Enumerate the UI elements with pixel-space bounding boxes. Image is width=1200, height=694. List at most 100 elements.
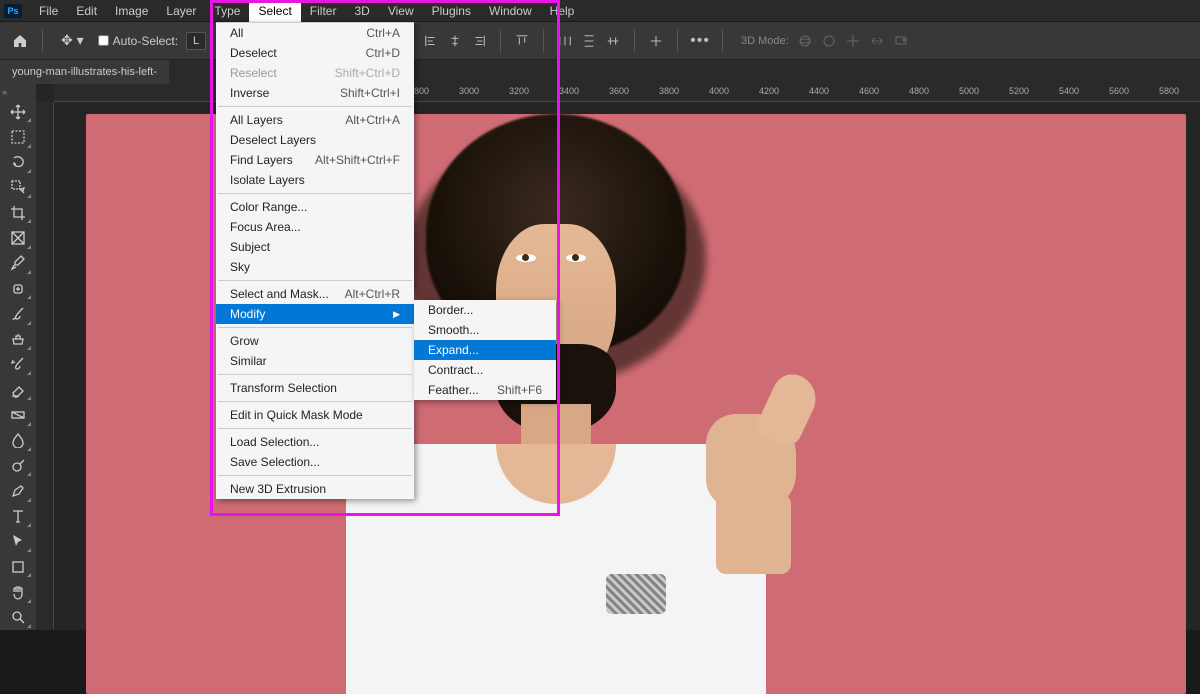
menu-item-find-layers[interactable]: Find LayersAlt+Shift+Ctrl+F <box>216 150 414 170</box>
more-options-icon[interactable]: ••• <box>690 32 710 50</box>
gradient-tool[interactable] <box>3 402 33 427</box>
menu-item-deselect-layers[interactable]: Deselect Layers <box>216 130 414 150</box>
align-center-h-icon[interactable] <box>446 32 464 50</box>
ruler-tick: 4200 <box>749 86 789 96</box>
divider <box>634 29 635 53</box>
menu-filter[interactable]: Filter <box>301 0 346 22</box>
ruler-tick: 5800 <box>1149 86 1189 96</box>
crop-tool[interactable] <box>3 200 33 225</box>
menu-select[interactable]: Select <box>249 0 300 22</box>
menu-item-label: Load Selection... <box>230 435 319 449</box>
pen-tool[interactable] <box>3 478 33 503</box>
healing-brush-tool[interactable] <box>3 276 33 301</box>
lasso-tool[interactable] <box>3 150 33 175</box>
menu-item-new-3d-extrusion[interactable]: New 3D Extrusion <box>216 479 414 499</box>
menu-item-select-and-mask[interactable]: Select and Mask... Alt+Ctrl+R <box>216 284 414 304</box>
menu-item-subject[interactable]: Subject <box>216 237 414 257</box>
distribute-v-icon[interactable] <box>580 32 598 50</box>
menu-item-label: Isolate Layers <box>230 173 305 187</box>
menu-item-transform-selection[interactable]: Transform Selection <box>216 378 414 398</box>
menu-item-isolate-layers[interactable]: Isolate Layers <box>216 170 414 190</box>
menu-item-label: Reselect <box>230 66 277 80</box>
blur-tool[interactable] <box>3 428 33 453</box>
menu-separator <box>218 280 412 281</box>
submenu-item-smooth[interactable]: Smooth... <box>414 320 556 340</box>
frame-tool[interactable] <box>3 225 33 250</box>
auto-select-checkbox[interactable]: Auto-Select: <box>98 34 178 48</box>
menu-window[interactable]: Window <box>480 0 541 22</box>
history-brush-tool[interactable] <box>3 352 33 377</box>
ruler-tick: 3000 <box>449 86 489 96</box>
align-left-icon[interactable] <box>422 32 440 50</box>
document-tab[interactable]: young-man-illustrates-his-left- <box>0 60 169 84</box>
menu-layer[interactable]: Layer <box>157 0 205 22</box>
zoom-tool[interactable] <box>3 605 33 630</box>
menu-3d[interactable]: 3D <box>345 0 378 22</box>
eraser-tool[interactable] <box>3 377 33 402</box>
menu-item-load-selection[interactable]: Load Selection... <box>216 432 414 452</box>
menu-type[interactable]: Type <box>205 0 249 22</box>
menu-item-shortcut: Alt+Ctrl+R <box>345 287 400 301</box>
selection-tool[interactable] <box>3 175 33 200</box>
zoom-3d-icon[interactable] <box>893 33 909 49</box>
menu-item-shortcut: Alt+Shift+Ctrl+F <box>315 153 400 167</box>
path-selection-tool[interactable] <box>3 529 33 554</box>
menu-plugins[interactable]: Plugins <box>423 0 480 22</box>
hand-tool[interactable] <box>3 579 33 604</box>
orbit-3d-icon[interactable] <box>797 33 813 49</box>
menu-item-label: Border... <box>428 303 473 317</box>
menu-item-label: Deselect <box>230 46 277 60</box>
clone-stamp-tool[interactable] <box>3 327 33 352</box>
menu-item-all-layers[interactable]: All LayersAlt+Ctrl+A <box>216 110 414 130</box>
menu-separator <box>218 193 412 194</box>
menu-file[interactable]: File <box>30 0 67 22</box>
distribute-h-icon[interactable] <box>556 32 574 50</box>
move-tool-icon[interactable]: ✥ ▾ <box>55 32 90 49</box>
menu-image[interactable]: Image <box>106 0 157 22</box>
menu-item-modify[interactable]: Modify▶ <box>216 304 414 324</box>
eyedropper-tool[interactable] <box>3 251 33 276</box>
move-tool[interactable] <box>3 99 33 124</box>
layer-target-dropdown[interactable]: L <box>186 32 206 50</box>
menu-separator <box>218 401 412 402</box>
home-icon[interactable] <box>10 31 30 51</box>
menu-item-label: Expand... <box>428 343 479 357</box>
menu-edit[interactable]: Edit <box>67 0 106 22</box>
distribute-center-icon[interactable] <box>604 32 622 50</box>
ruler-tick: 3200 <box>499 86 539 96</box>
menu-item-focus-area[interactable]: Focus Area... <box>216 217 414 237</box>
dodge-tool[interactable] <box>3 453 33 478</box>
shape-tool[interactable] <box>3 554 33 579</box>
canvas-image-hand <box>686 364 846 544</box>
type-tool[interactable] <box>3 504 33 529</box>
workspace: 2200240026002800300032003400360038004000… <box>36 84 1200 630</box>
menu-item-label: Select and Mask... <box>230 287 329 301</box>
submenu-item-feather[interactable]: Feather...Shift+F6 <box>414 380 556 400</box>
menu-item-all[interactable]: AllCtrl+A <box>216 23 414 43</box>
submenu-arrow-icon: ▶ <box>393 309 400 320</box>
toolbar-expand-icon[interactable]: » <box>2 87 12 97</box>
align-right-icon[interactable] <box>470 32 488 50</box>
align-extra-icon[interactable] <box>647 32 665 50</box>
menu-item-inverse[interactable]: InverseShift+Ctrl+I <box>216 83 414 103</box>
menu-item-edit-in-quick-mask-mode[interactable]: Edit in Quick Mask Mode <box>216 405 414 425</box>
submenu-item-border[interactable]: Border... <box>414 300 556 320</box>
menu-item-grow[interactable]: Grow <box>216 331 414 351</box>
submenu-item-expand[interactable]: Expand... <box>414 340 556 360</box>
brush-tool[interactable] <box>3 301 33 326</box>
menu-item-sky[interactable]: Sky <box>216 257 414 277</box>
menu-help[interactable]: Help <box>541 0 584 22</box>
menu-item-reselect: ReselectShift+Ctrl+D <box>216 63 414 83</box>
menu-item-color-range[interactable]: Color Range... <box>216 197 414 217</box>
align-top-icon[interactable] <box>513 32 531 50</box>
menu-item-save-selection[interactable]: Save Selection... <box>216 452 414 472</box>
marquee-tool[interactable] <box>3 124 33 149</box>
menu-view[interactable]: View <box>379 0 423 22</box>
auto-select-label: Auto-Select: <box>113 34 178 48</box>
menu-item-similar[interactable]: Similar <box>216 351 414 371</box>
pan-3d-icon[interactable] <box>845 33 861 49</box>
slide-3d-icon[interactable] <box>869 33 885 49</box>
submenu-item-contract[interactable]: Contract... <box>414 360 556 380</box>
roll-3d-icon[interactable] <box>821 33 837 49</box>
menu-item-deselect[interactable]: DeselectCtrl+D <box>216 43 414 63</box>
